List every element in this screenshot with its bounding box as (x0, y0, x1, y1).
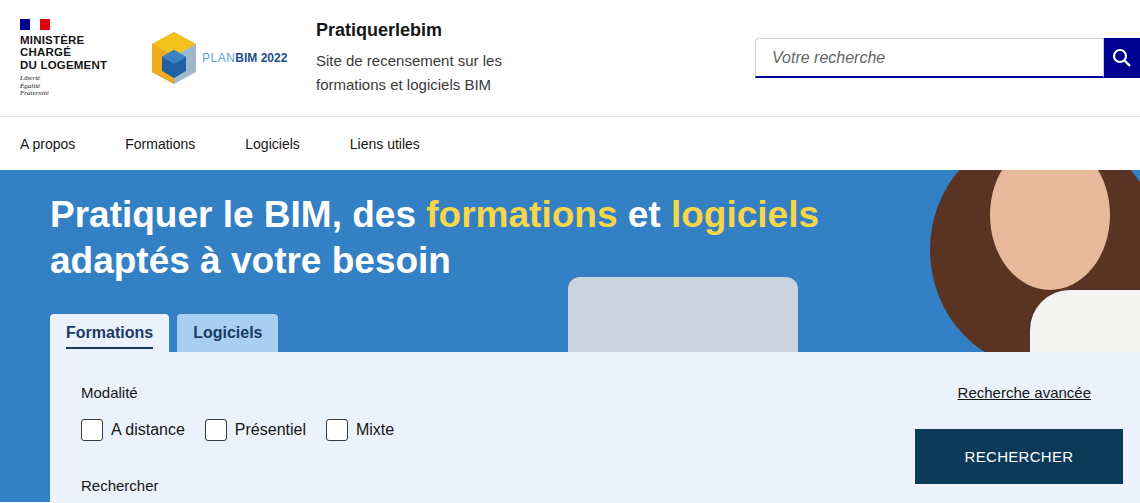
tabs: FormationsLogiciels (50, 314, 1140, 352)
tab[interactable]: Formations (50, 314, 169, 352)
submit-button[interactable]: RECHERCHER (915, 429, 1123, 484)
checkbox-icon (205, 419, 227, 441)
hero: Pratiquer le BIM, des formations et logi… (0, 170, 1140, 502)
nav-item[interactable]: Logiciels (245, 136, 299, 152)
flag-icon (20, 19, 50, 30)
main-nav: A propos Formations Logiciels Liens utiles (0, 117, 1140, 170)
page: MINISTÈRECHARGÉDU LOGEMENT LibertéÉgalité… (0, 0, 1140, 503)
search-input[interactable] (755, 38, 1104, 78)
modality-label: Modalité (81, 384, 394, 401)
site-title[interactable]: Pratiquerlebim (316, 20, 546, 41)
advanced-search-link[interactable]: Recherche avancée (958, 384, 1091, 401)
modality-checkbox[interactable]: Mixte (326, 419, 394, 441)
header: MINISTÈRECHARGÉDU LOGEMENT LibertéÉgalité… (0, 0, 1140, 117)
nav-item[interactable]: Formations (125, 136, 195, 152)
nav-item[interactable]: A propos (20, 136, 75, 152)
checkbox-icon (81, 419, 103, 441)
planbim-name: PLANBIM 2022 (202, 51, 287, 65)
checkbox-icon (326, 419, 348, 441)
modality-checkbox[interactable]: A distance (81, 419, 185, 441)
hexagon-cube-icon (148, 30, 200, 86)
search-label: Rechercher (81, 477, 394, 494)
hero-title: Pratiquer le BIM, des formations et logi… (50, 192, 1140, 284)
motto: LibertéÉgalitéFraternité (20, 75, 130, 98)
search-button[interactable] (1104, 38, 1140, 78)
site-identity: Pratiquerlebim Site de recensement sur le… (316, 20, 546, 97)
nav-item[interactable]: Liens utiles (350, 136, 420, 152)
tab[interactable]: Logiciels (177, 314, 278, 352)
search-panel: Modalité A distance Présentiel Mixte Recherc… (50, 352, 1140, 503)
ministry-logo[interactable]: MINISTÈRECHARGÉDU LOGEMENT LibertéÉgalité… (20, 19, 130, 98)
site-subtitle: Site de recensement sur les formations e… (316, 49, 546, 97)
planbim-logo[interactable]: PLANBIM 2022 (148, 30, 298, 86)
search-bar (755, 38, 1140, 78)
magnifier-icon (1112, 48, 1132, 68)
ministry-name: MINISTÈRECHARGÉDU LOGEMENT (20, 34, 130, 72)
modality-checkbox[interactable]: Présentiel (205, 419, 306, 441)
